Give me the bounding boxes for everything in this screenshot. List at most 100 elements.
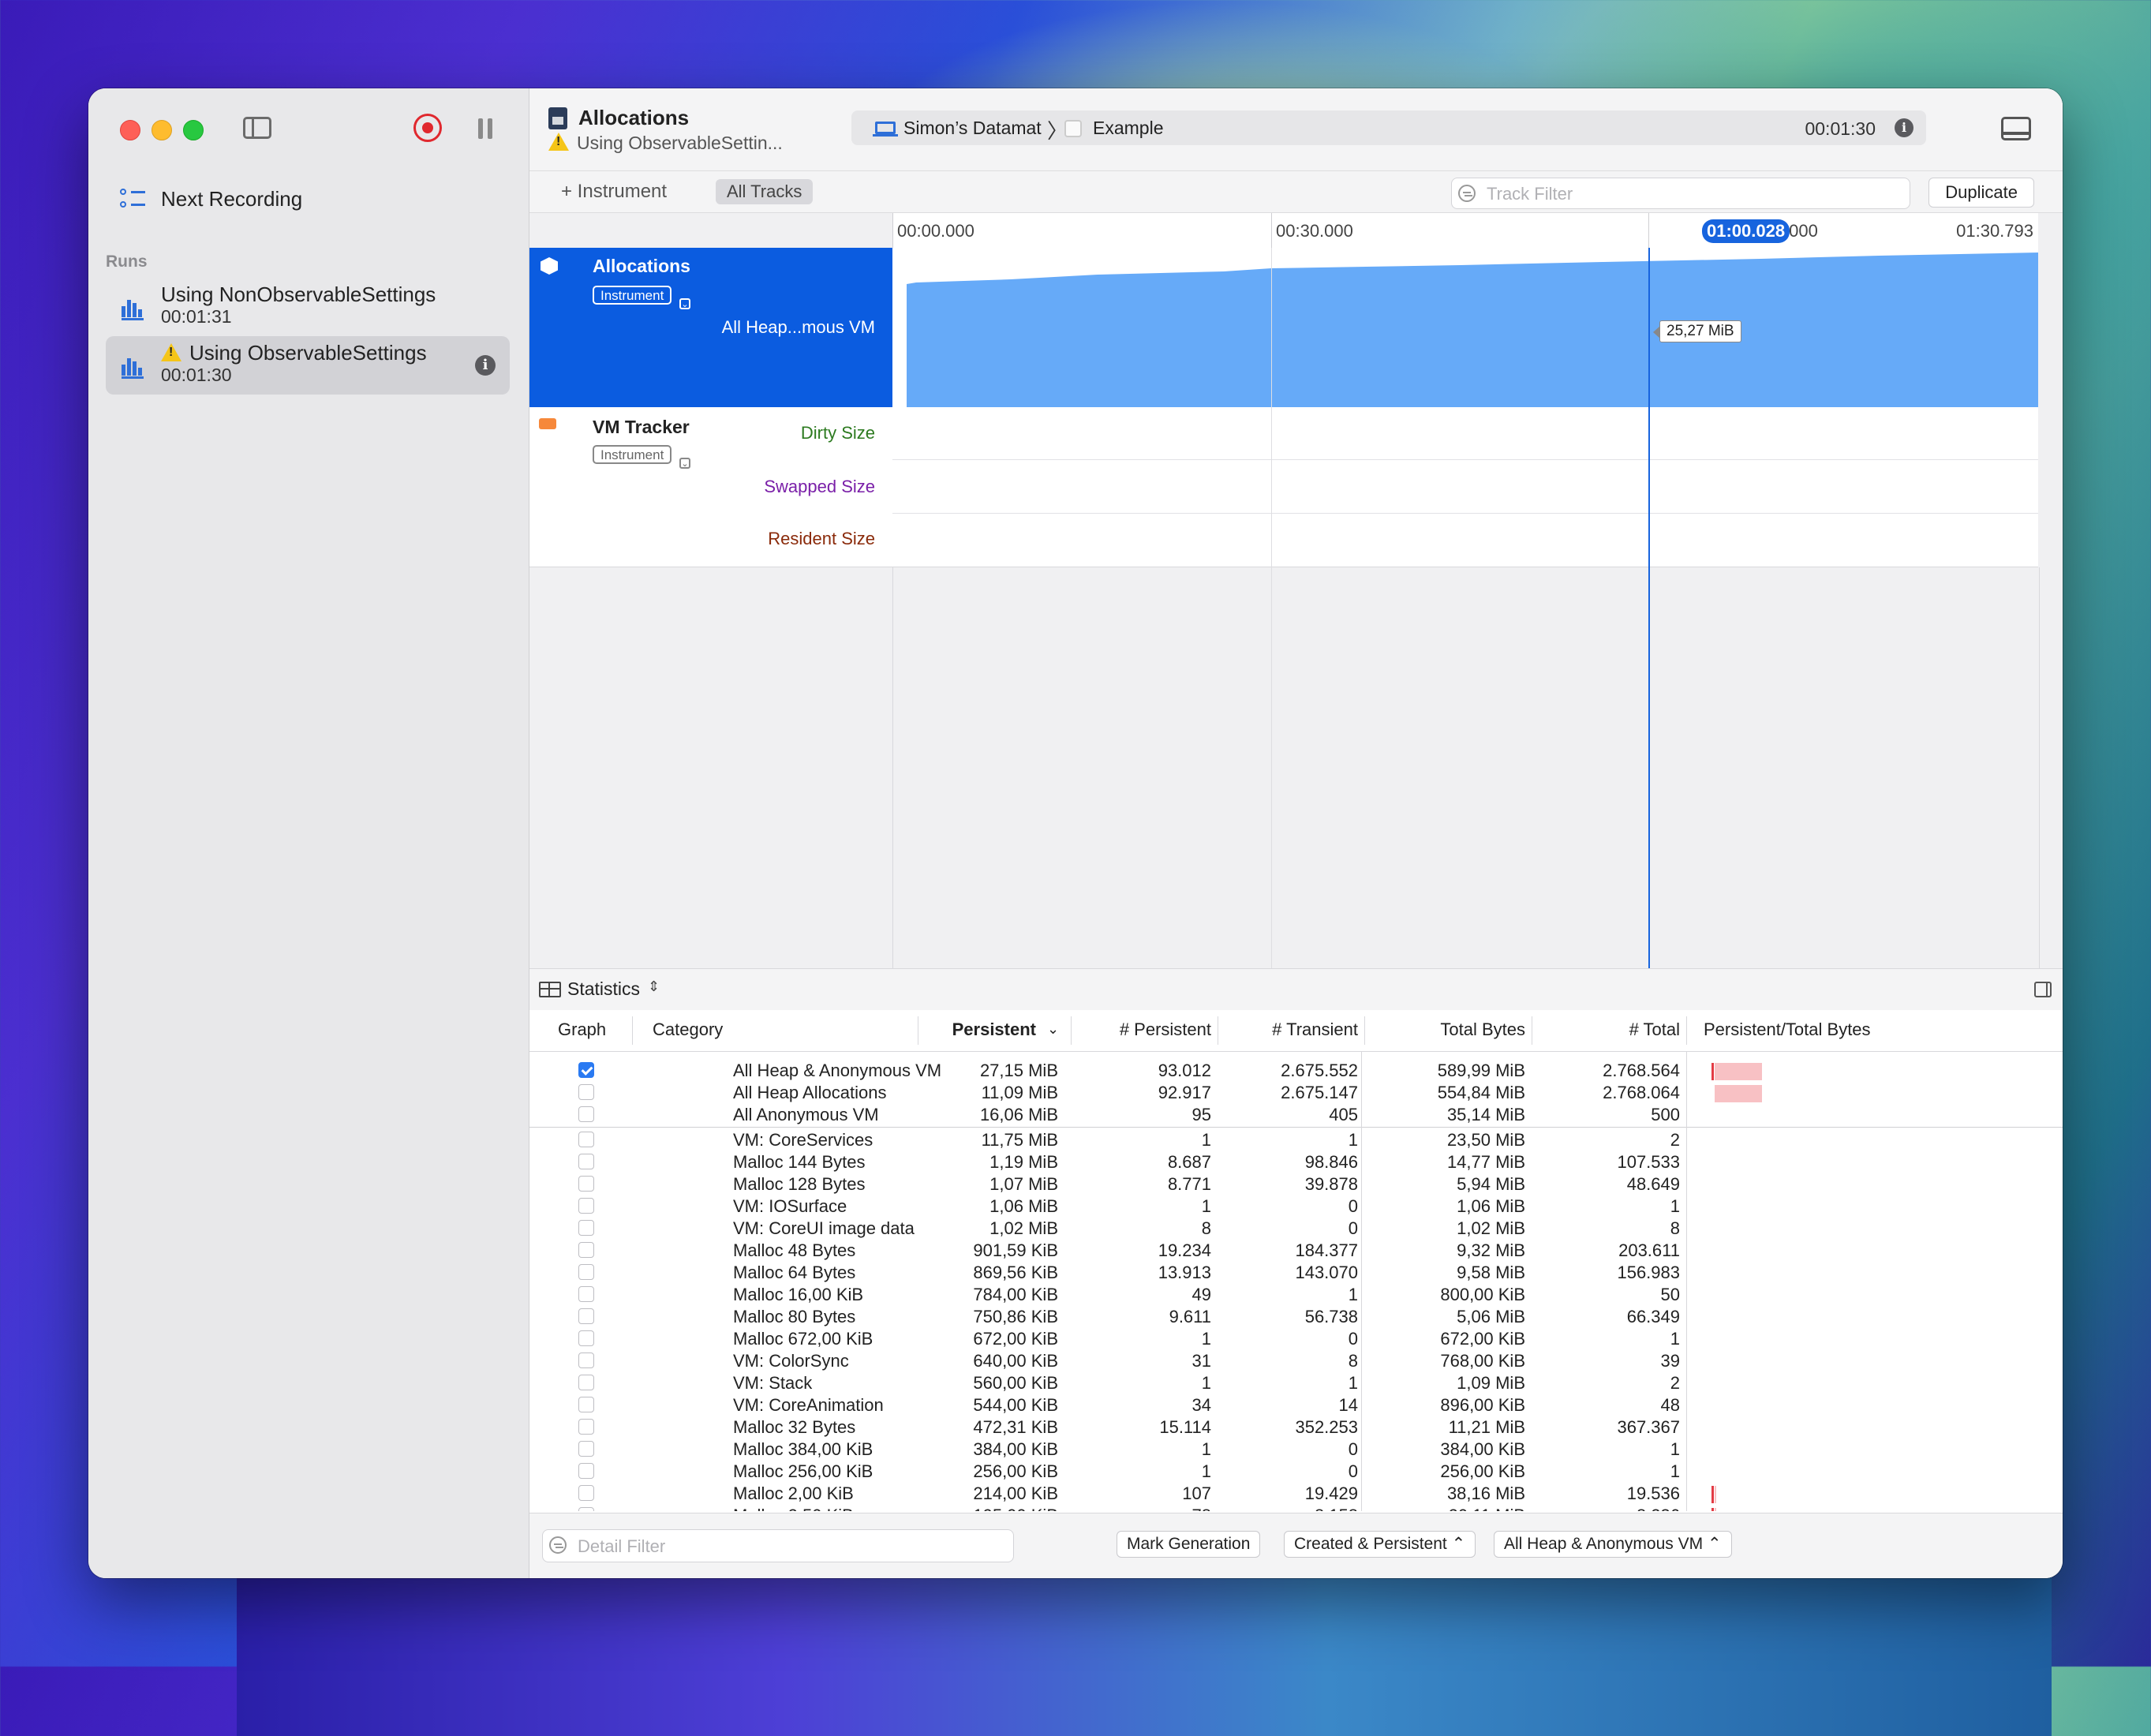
n-persistent-cell: 8 (1201, 1218, 1211, 1238)
table-row[interactable]: Malloc 256,00 KiB 256,00 KiB 1 0 256,00 KiB 1 (529, 1461, 2063, 1483)
table-row[interactable]: Malloc 80 Bytes 750,86 KiB 9.611 56.738 5,06… (529, 1306, 2063, 1328)
total-bytes-cell: 1,02 MiB (1457, 1218, 1525, 1238)
graph-checkbox[interactable] (578, 1062, 594, 1078)
n-persistent-cell: 78 (1076, 1505, 1211, 1511)
allocation-type-popup[interactable]: All Heap & Anonymous VM ⌃ (1494, 1531, 1732, 1558)
column-persistent[interactable]: Persistent (924, 1020, 1036, 1040)
table-row[interactable]: VM: CoreUI image data 1,02 MiB 8 0 1,02 MiB 8 (529, 1218, 2063, 1240)
updown-chevron-icon[interactable]: ⇕ (648, 978, 660, 995)
chevron-down-icon[interactable]: ⌄ (679, 458, 690, 469)
instrument-pill[interactable]: Instrument (593, 445, 672, 464)
filter-icon (1458, 185, 1476, 202)
detail-filter-field[interactable]: Detail Filter (542, 1529, 1014, 1562)
table-row[interactable]: Malloc 48 Bytes 901,59 KiB 19.234 184.377 9,… (529, 1240, 2063, 1262)
inspector-toggle-icon[interactable] (2034, 982, 2052, 997)
playhead-time-badge[interactable]: 01:00.028 (1702, 219, 1790, 243)
table-row[interactable]: All Heap Allocations 11,09 MiB 92.917 2.675… (529, 1082, 2063, 1104)
n-transient-cell: 1 (1348, 1285, 1358, 1304)
add-instrument-button[interactable]: + Instrument (561, 181, 667, 203)
column-category[interactable]: Category (653, 1020, 723, 1040)
lifespan-popup[interactable]: Created & Persistent ⌃ (1284, 1531, 1476, 1558)
graph-checkbox[interactable] (578, 1106, 594, 1122)
track-vm-tracker[interactable]: VM Tracker Instrument ⌄ Dirty Size Swapp… (529, 407, 892, 567)
graph-checkbox[interactable] (578, 1485, 594, 1501)
graph-checkbox[interactable] (578, 1132, 594, 1147)
zoom-window-button[interactable] (183, 120, 204, 140)
detail-panel-toggle-icon[interactable] (2001, 117, 2031, 140)
detail-mode-selector[interactable]: Statistics (567, 978, 640, 1000)
table-row[interactable]: Malloc 64 Bytes 869,56 KiB 13.913 143.070 9,… (529, 1262, 2063, 1284)
table-row[interactable]: VM: ColorSync 640,00 KiB 31 8 768,00 KiB 39 (529, 1350, 2063, 1372)
n-transient-cell: 56.738 (1304, 1307, 1358, 1326)
table-row[interactable]: Malloc 128 Bytes 1,07 MiB 8.771 39.878 5,94 … (529, 1173, 2063, 1195)
record-button[interactable] (413, 114, 442, 142)
total-bytes-cell: 896,00 KiB (1440, 1395, 1525, 1415)
table-row[interactable]: All Anonymous VM 16,06 MiB 95 405 35,14 MiB 5… (529, 1104, 2063, 1126)
all-tracks-button[interactable]: All Tracks (716, 179, 814, 204)
table-row[interactable]: All Heap & Anonymous VM 27,15 MiB 93.012 2.… (529, 1060, 2063, 1082)
table-row[interactable]: Malloc 144 Bytes 1,19 MiB 8.687 98.846 14,77… (529, 1151, 2063, 1173)
track-name: Allocations (593, 256, 690, 276)
track-filter-field[interactable]: Track Filter (1451, 178, 1910, 209)
vm-tracker-graph[interactable] (892, 407, 2038, 567)
target-device[interactable]: Simon’s Datamat (903, 118, 1042, 139)
target-app[interactable]: Example (1093, 118, 1163, 139)
graph-checkbox[interactable] (578, 1507, 594, 1511)
graph-checkbox[interactable] (578, 1441, 594, 1457)
graph-checkbox[interactable] (578, 1154, 594, 1169)
playhead-line[interactable] (1648, 248, 1650, 977)
graph-checkbox[interactable] (578, 1397, 594, 1412)
column-n-persistent[interactable]: # Persistent (1076, 1020, 1211, 1040)
duplicate-button[interactable]: Duplicate (1928, 178, 2034, 208)
graph-checkbox[interactable] (578, 1463, 594, 1479)
n-transient-cell: 0 (1348, 1218, 1358, 1238)
target-selector[interactable]: Simon’s Datamat 〉 Example 00:01:30 i (851, 110, 1926, 145)
persistent-ratio-bar (1715, 1085, 1762, 1102)
table-row[interactable]: VM: CoreServices 11,75 MiB 1 1 23,50 MiB 2 (529, 1129, 2063, 1151)
table-row[interactable]: VM: Stack 560,00 KiB 1 1 1,09 MiB 2 (529, 1372, 2063, 1394)
graph-checkbox[interactable] (578, 1242, 594, 1258)
mark-generation-button[interactable]: Mark Generation (1117, 1531, 1261, 1558)
table-row[interactable]: Malloc 384,00 KiB 384,00 KiB 1 0 384,00 KiB 1 (529, 1439, 2063, 1461)
column-graph[interactable]: Graph (558, 1020, 606, 1040)
sort-descending-icon[interactable]: ⌄ (1047, 1021, 1059, 1038)
column-total-bytes[interactable]: Total Bytes (1369, 1020, 1525, 1040)
next-recording-item[interactable]: Next Recording (120, 183, 302, 215)
graph-checkbox[interactable] (578, 1084, 594, 1100)
graph-checkbox[interactable] (578, 1220, 594, 1236)
table-row[interactable]: Malloc 672,00 KiB 672,00 KiB 1 0 672,00 KiB 1 (529, 1328, 2063, 1350)
graph-checkbox[interactable] (578, 1353, 594, 1368)
chevron-down-icon[interactable]: ⌄ (679, 298, 690, 309)
table-row[interactable]: VM: CoreAnimation 544,00 KiB 34 14 896,00 Ki… (529, 1394, 2063, 1416)
timeline-ruler[interactable]: 00:00.000 00:30.000 .000 01:30.793 01:00… (892, 213, 2038, 249)
table-row[interactable]: Malloc 32 Bytes 472,31 KiB 15.114 352.253 11… (529, 1416, 2063, 1439)
column-persistent-total-bytes[interactable]: Persistent/Total Bytes (1704, 1020, 1871, 1040)
graph-checkbox[interactable] (578, 1286, 594, 1302)
allocations-graph[interactable] (892, 248, 2038, 409)
column-n-total[interactable]: # Total (1536, 1020, 1680, 1040)
minimize-window-button[interactable] (152, 120, 172, 140)
sidebar-toggle-icon[interactable] (243, 117, 271, 139)
instrument-pill[interactable]: Instrument (593, 286, 672, 305)
graph-checkbox[interactable] (578, 1375, 594, 1390)
table-row[interactable]: VM: IOSurface 1,06 MiB 1 0 1,06 MiB 1 (529, 1195, 2063, 1218)
pause-button[interactable] (478, 118, 494, 139)
table-icon (539, 982, 561, 997)
run-item-observable[interactable]: Using ObservableSettings 00:01:30 i (106, 336, 510, 395)
n-persistent-cell: 13.913 (1158, 1263, 1211, 1282)
info-icon[interactable]: i (1895, 118, 1913, 137)
info-icon[interactable]: i (475, 355, 496, 376)
close-window-button[interactable] (120, 120, 140, 140)
graph-checkbox[interactable] (578, 1198, 594, 1214)
table-row[interactable]: Malloc 2,00 KiB 214,00 KiB 107 19.429 38,16 … (529, 1483, 2063, 1505)
graph-checkbox[interactable] (578, 1308, 594, 1324)
graph-checkbox[interactable] (578, 1330, 594, 1346)
graph-checkbox[interactable] (578, 1419, 594, 1435)
table-row[interactable]: Malloc 16,00 KiB 784,00 KiB 49 1 800,00 KiB 5… (529, 1284, 2063, 1306)
track-allocations[interactable]: Allocations Instrument ⌄ All Heap...mous… (529, 248, 892, 407)
table-row[interactable]: Malloc 2,50 KiB 195,00 KiB 78 8.158 20,11 Mi… (529, 1505, 2063, 1511)
graph-checkbox[interactable] (578, 1264, 594, 1280)
run-item-nonobservable[interactable]: Using NonObservableSettings 00:01:31 (106, 278, 510, 336)
graph-checkbox[interactable] (578, 1176, 594, 1192)
column-n-transient[interactable]: # Transient (1222, 1020, 1358, 1040)
